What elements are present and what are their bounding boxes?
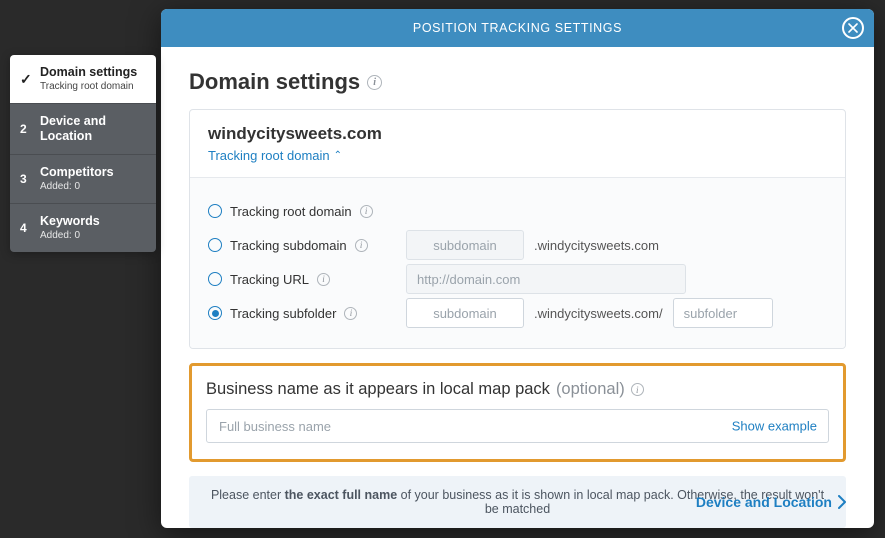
radio-label: Tracking subfolder [230,306,336,321]
business-name-section: Business name as it appears in local map… [189,363,846,462]
radio-subdomain[interactable] [208,238,222,252]
note-prefix: Please enter [211,488,285,502]
step-number: 3 [20,172,40,186]
subdomain-suffix: .windycitysweets.com [534,238,659,253]
step-label: Domain settings [40,65,146,80]
step-sublabel: Added: 0 [40,230,146,242]
step-device-location[interactable]: 2 Device and Location [10,104,156,155]
option-url: Tracking URL i [208,262,827,296]
step-domain-settings[interactable]: Domain settings Tracking root domain [10,55,156,104]
business-name-label-optional: (optional) [556,380,625,399]
settings-modal: POSITION TRACKING SETTINGS Domain settin… [161,9,874,528]
radio-url[interactable] [208,272,222,286]
chevron-right-icon [838,495,846,509]
radio-label: Tracking subdomain [230,238,347,253]
note-bold: the exact full name [285,488,398,502]
radio-label: Tracking URL [230,272,309,287]
tracking-options: Tracking root domain i Tracking subdomai… [190,177,845,348]
option-root-domain: Tracking root domain i [208,194,827,228]
business-name-label: Business name as it appears in local map… [206,380,829,399]
info-icon[interactable]: i [367,75,382,90]
step-label: Competitors [40,165,146,180]
step-sublabel: Tracking root domain [40,81,146,93]
section-title-text: Domain settings [189,69,360,95]
option-subfolder: Tracking subfolder i .windycitysweets.co… [208,296,827,330]
info-icon[interactable]: i [631,383,644,396]
radio-subfolder[interactable] [208,306,222,320]
info-icon[interactable]: i [355,239,368,252]
tracking-toggle[interactable]: Tracking root domain ⌃ [208,148,342,163]
step-competitors[interactable]: 3 Competitors Added: 0 [10,155,156,204]
step-number: 4 [20,221,40,235]
subfolder-input[interactable] [673,298,773,328]
url-input [406,264,686,294]
radio-root-domain[interactable] [208,204,222,218]
domain-box-header: windycitysweets.com Tracking root domain… [190,110,845,177]
radio-label: Tracking root domain [230,204,352,219]
info-icon[interactable]: i [360,205,373,218]
option-subdomain: Tracking subdomain i .windycitysweets.co… [208,228,827,262]
modal-title: POSITION TRACKING SETTINGS [413,21,622,35]
step-labels: Competitors Added: 0 [40,165,146,193]
domain-name: windycitysweets.com [208,124,827,144]
chevron-up-icon: ⌃ [334,151,342,161]
close-button[interactable] [842,17,864,39]
check-icon [20,71,40,88]
subfolder-mid: .windycitysweets.com/ [534,306,663,321]
step-labels: Keywords Added: 0 [40,214,146,242]
business-name-label-main: Business name as it appears in local map… [206,380,550,399]
tracking-toggle-label: Tracking root domain [208,148,330,163]
show-example-link[interactable]: Show example [732,419,817,434]
close-icon [848,23,858,33]
domain-box: windycitysweets.com Tracking root domain… [189,109,846,349]
section-title: Domain settings i [189,69,846,95]
business-name-input-wrap: Show example [206,409,829,443]
next-step-label: Device and Location [696,494,832,510]
subfolder-subdomain-input[interactable] [406,298,524,328]
step-labels: Domain settings Tracking root domain [40,65,146,93]
modal-header: POSITION TRACKING SETTINGS [161,9,874,47]
info-icon[interactable]: i [317,273,330,286]
step-sublabel: Added: 0 [40,181,146,193]
next-step-button[interactable]: Device and Location [696,494,846,510]
step-label: Device and Location [40,114,146,144]
subdomain-input [406,230,524,260]
step-label: Keywords [40,214,146,229]
step-keywords[interactable]: 4 Keywords Added: 0 [10,204,156,252]
step-labels: Device and Location [40,114,146,144]
step-number: 2 [20,122,40,136]
info-icon[interactable]: i [344,307,357,320]
modal-body: Domain settings i windycitysweets.com Tr… [161,47,874,528]
wizard-stepper: Domain settings Tracking root domain 2 D… [10,55,156,252]
